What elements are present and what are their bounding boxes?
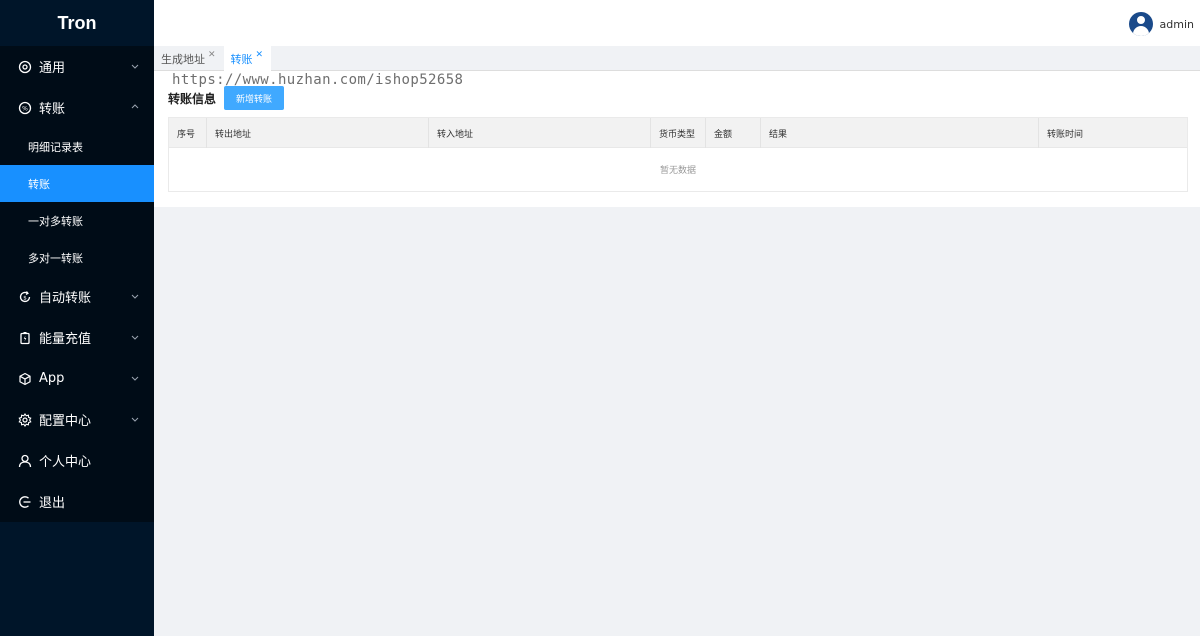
column-header[interactable]: 转出地址 xyxy=(207,118,429,148)
column-header[interactable]: 序号 xyxy=(169,118,207,148)
column-header[interactable]: 金额 xyxy=(706,118,761,148)
page-tabs: 生成地址 ✕ 转账 ✕ xyxy=(154,46,1200,71)
sidebar-item-label: 退出 xyxy=(39,496,66,511)
svg-text:$: $ xyxy=(23,295,27,301)
top-header: admin xyxy=(154,0,1200,46)
sidebar-subitem-many-to-one[interactable]: 多对一转账 xyxy=(0,239,154,276)
tab-transfer[interactable]: 转账 ✕ xyxy=(223,46,272,71)
sidebar: Tron 通用 % 转账 明细记录表 转账 一对多转账 多对一转账 $ 自动转账 xyxy=(0,0,154,636)
sidebar-item-label: App xyxy=(39,371,65,386)
battery-icon xyxy=(18,331,32,345)
sidebar-item-label: 自动转账 xyxy=(39,291,92,306)
sidebar-item-general[interactable]: 通用 xyxy=(0,46,154,87)
sidebar-subitem-detail-records[interactable]: 明细记录表 xyxy=(0,128,154,165)
transfer-table: 序号 转出地址 转入地址 货币类型 金额 结果 转账时间 暂无数据 xyxy=(168,117,1188,192)
column-header[interactable]: 转账时间 xyxy=(1039,118,1187,148)
sidebar-item-label: 能量充值 xyxy=(39,332,92,347)
column-header[interactable]: 货币类型 xyxy=(651,118,706,148)
page-title: 转账信息 xyxy=(168,91,217,106)
sidebar-footer xyxy=(0,524,154,636)
sidebar-subitem-one-to-many[interactable]: 一对多转账 xyxy=(0,202,154,239)
sidebar-item-personal-center[interactable]: 个人中心 xyxy=(0,440,154,481)
close-icon[interactable]: ✕ xyxy=(256,50,264,60)
chevron-down-icon xyxy=(131,64,139,69)
user-menu[interactable]: admin xyxy=(1128,12,1194,36)
add-transfer-button[interactable]: 新增转账 xyxy=(224,86,285,110)
tab-label: 生成地址 xyxy=(161,52,205,66)
sidebar-menu: 通用 % 转账 明细记录表 转账 一对多转账 多对一转账 $ 自动转账 能量充值 xyxy=(0,46,154,522)
table-header: 序号 转出地址 转入地址 货币类型 金额 结果 转账时间 xyxy=(169,118,1187,148)
sidebar-item-energy-recharge[interactable]: 能量充值 xyxy=(0,317,154,358)
chevron-down-icon xyxy=(131,376,139,381)
tab-label: 转账 xyxy=(230,52,253,66)
app-logo: Tron xyxy=(0,0,154,46)
chevron-down-icon xyxy=(131,417,139,422)
sidebar-item-label: 个人中心 xyxy=(39,455,92,470)
sidebar-item-auto-transfer[interactable]: $ 自动转账 xyxy=(0,276,154,317)
sidebar-item-label: 配置中心 xyxy=(39,414,92,429)
user-icon xyxy=(18,454,32,468)
chevron-up-icon xyxy=(131,103,139,108)
username[interactable]: admin xyxy=(1160,18,1194,31)
sidebar-item-logout[interactable]: 退出 xyxy=(0,481,154,522)
main-content: https://www.huzhan.com/ishop52658 转账信息 新… xyxy=(154,71,1200,207)
coin-icon: % xyxy=(18,101,32,115)
column-header[interactable]: 转入地址 xyxy=(429,118,651,148)
sync-icon: $ xyxy=(18,290,32,304)
column-header[interactable]: 结果 xyxy=(761,118,1039,148)
empty-state-text: 暂无数据 xyxy=(659,166,696,176)
gear-icon xyxy=(18,412,32,427)
tab-generate-address[interactable]: 生成地址 ✕ xyxy=(154,46,224,71)
sidebar-subitem-transfer[interactable]: 转账 xyxy=(0,165,154,202)
svg-text:%: % xyxy=(22,105,28,112)
sidebar-item-transfer[interactable]: % 转账 xyxy=(0,87,154,128)
title-row: 转账信息 新增转账 xyxy=(168,86,285,110)
chevron-down-icon xyxy=(131,294,139,299)
chevron-down-icon xyxy=(131,335,139,340)
cube-icon xyxy=(18,372,32,386)
close-icon[interactable]: ✕ xyxy=(208,50,216,60)
target-icon xyxy=(18,60,32,74)
sidebar-item-label: 转账 xyxy=(39,102,66,117)
sidebar-item-config-center[interactable]: 配置中心 xyxy=(0,399,154,440)
sidebar-item-app[interactable]: App xyxy=(0,358,154,399)
logout-icon xyxy=(18,495,32,509)
sidebar-item-label: 通用 xyxy=(39,61,66,76)
avatar[interactable] xyxy=(1128,12,1153,36)
